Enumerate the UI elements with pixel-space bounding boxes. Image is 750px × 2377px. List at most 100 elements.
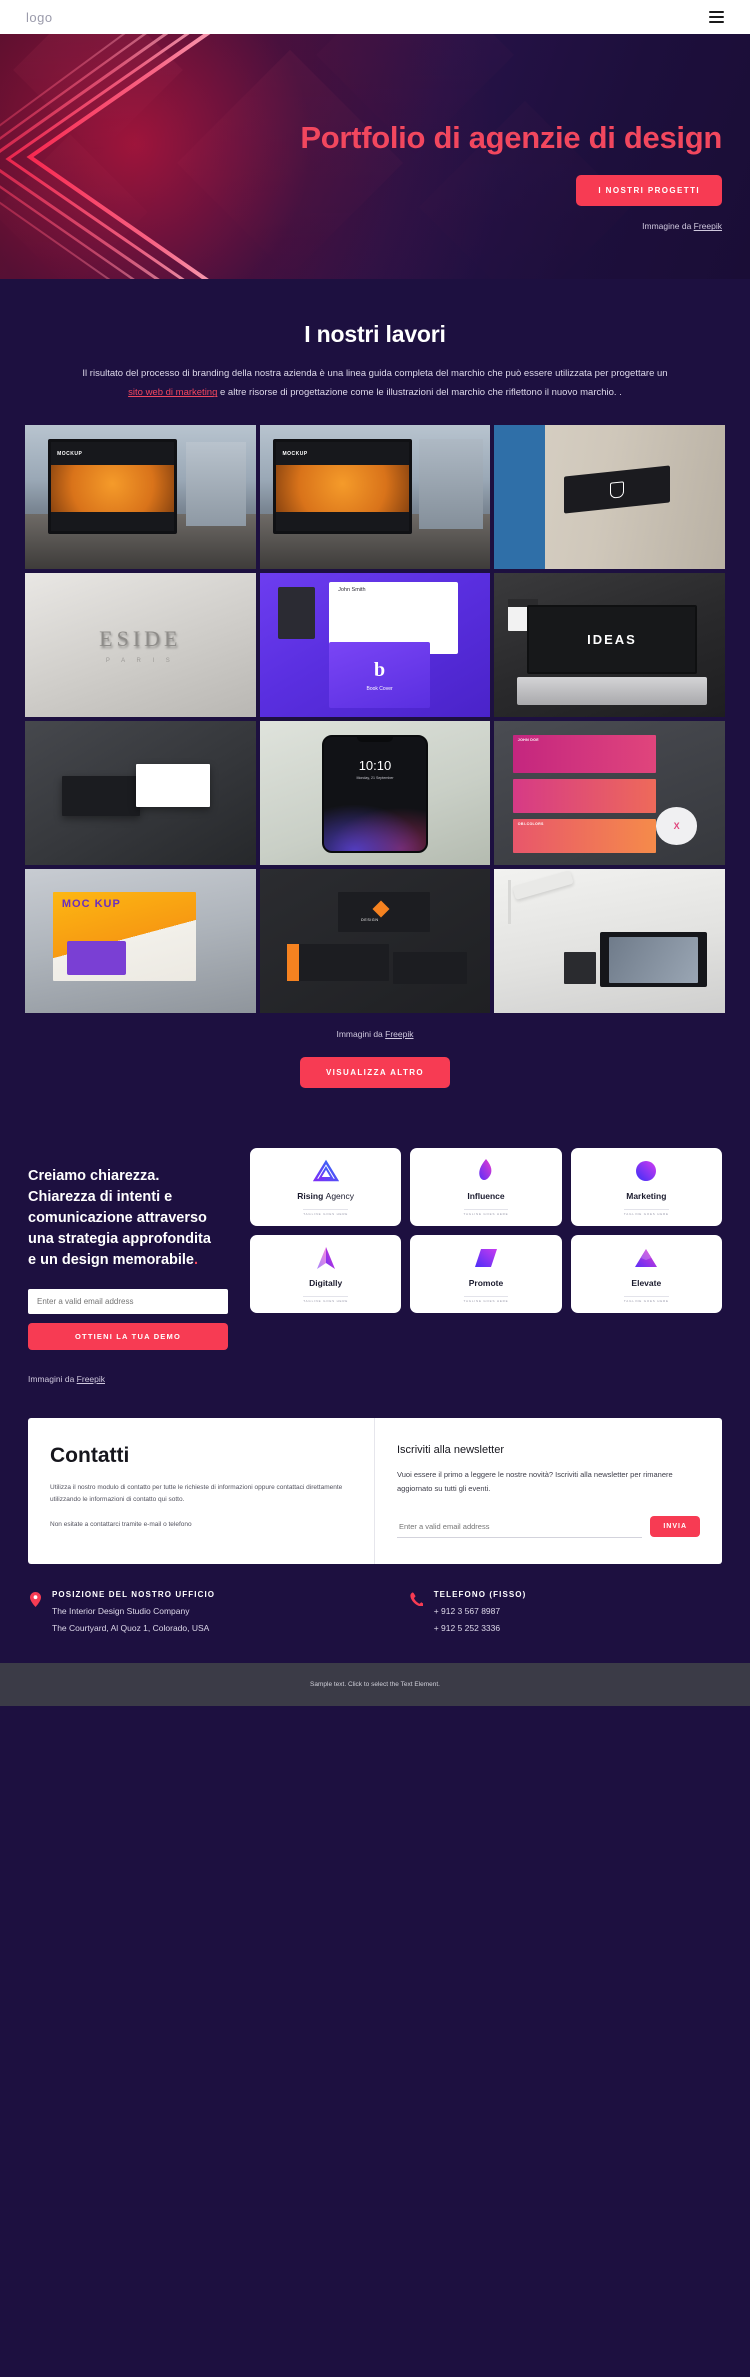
tile2-label: MOCKUP xyxy=(282,450,308,457)
tile9-sub: OBI-COLORS xyxy=(517,821,544,826)
logo-card-promote[interactable]: Promote TAGLINE GOES HERE xyxy=(410,1234,562,1313)
tile1-label: MOCKUP xyxy=(57,450,83,457)
office-line-2: The Courtyard, Al Quoz 1, Colorado, USA xyxy=(52,1622,210,1633)
tile4-sub: P A R I S xyxy=(105,657,175,664)
contact-title: Contatti xyxy=(50,1444,130,1468)
newsletter-desc: Vuoi essere il primo a leggere le nostre… xyxy=(397,1470,673,1493)
logo-card-name: Rising Agency xyxy=(297,1191,354,1201)
clarity-heading-dot: . xyxy=(194,1252,199,1268)
office-info: POSIZIONE DEL NOSTRO UFFICIO The Interio… xyxy=(28,1590,410,1633)
logo-tagline: TAGLINE GOES HERE xyxy=(303,1208,349,1216)
hero-title: Portfolio di agenzie di design xyxy=(300,120,722,155)
leaf-drop-icon xyxy=(477,1158,495,1184)
tile11-label: DESIGN xyxy=(361,917,379,922)
works-heading: I nostri lavori xyxy=(304,321,446,347)
logo-card-rising-agency[interactable]: Rising Agency TAGLINE GOES HERE xyxy=(250,1147,402,1226)
tile5-sub: John Smith xyxy=(338,587,366,594)
view-more-button[interactable]: VISUALIZZA ALTRO xyxy=(299,1056,451,1088)
logo[interactable]: logo xyxy=(26,10,53,25)
gallery-grid: MOCKUP MOCKUP ESIDE P A R I S John Smith… xyxy=(0,403,750,1013)
footer-text: Sample text. Click to select the Text El… xyxy=(310,1680,440,1688)
clarity-credit-link[interactable]: Freepik xyxy=(77,1374,105,1384)
logo-card-digitally[interactable]: Digitally TAGLINE GOES HERE xyxy=(250,1234,402,1313)
logo-card-name: Marketing xyxy=(626,1190,667,1201)
hero-content: Portfolio di agenzie di design I NOSTRI … xyxy=(280,34,750,231)
phone-title: TELEFONO (FISSO) xyxy=(433,1589,527,1599)
contact-section: Contatti Utilizza il nostro modulo di co… xyxy=(0,1384,750,1564)
clarity-heading-line3: comunicazione attraverso xyxy=(28,1209,207,1226)
gallery-tile-office-workspace-mockup[interactable] xyxy=(494,868,725,1013)
newsletter-submit-button[interactable]: INVIA xyxy=(650,1516,700,1538)
logo-tagline: TAGLINE GOES HERE xyxy=(463,1208,509,1216)
office-line-1: The Interior Design Studio Company xyxy=(52,1605,190,1616)
tile6-label: IDEAS xyxy=(587,631,637,647)
works-para-part2: e altre risorse di progettazione come le… xyxy=(217,387,622,399)
map-pin-icon xyxy=(28,1590,42,1633)
tile8-label: 10:10 xyxy=(358,758,392,774)
hero-credit-prefix: Immagine da xyxy=(642,221,694,232)
contact-desc-2: Non esitate a contattarci tramite e-mail… xyxy=(50,1520,192,1528)
clarity-heading-line5: e un design memorabile xyxy=(28,1252,194,1268)
tile8-sub: Monday, 21 September xyxy=(356,776,394,781)
clarity-heading-line1: Creiamo chiarezza. xyxy=(28,1167,160,1184)
tile10-label: MOC KUP xyxy=(61,897,121,910)
tile4-label: ESIDE xyxy=(99,625,182,651)
navbar: logo xyxy=(0,0,750,34)
works-paragraph: Il risultato del processo di branding de… xyxy=(58,364,693,403)
view-more-wrapper: VISUALIZZA ALTRO xyxy=(0,1056,750,1138)
works-para-link[interactable]: sito web di marketing xyxy=(128,387,217,398)
logo-card-marketing[interactable]: Marketing TAGLINE GOES HERE xyxy=(570,1147,722,1226)
phone-line-1: + 912 3 567 8987 xyxy=(433,1605,501,1616)
logo-name-0: Rising xyxy=(297,1190,324,1201)
gallery-tile-orange-black-stationery-mockup[interactable]: DESIGN xyxy=(259,868,491,1013)
gallery-tile-eside-paris-3d-logo[interactable]: ESIDE P A R I S xyxy=(25,572,256,717)
gallery-tile-billboard-street-mockup-2[interactable]: MOCKUP xyxy=(259,424,491,569)
gallery-tile-laptop-ideas-desk-mockup[interactable]: IDEAS xyxy=(494,572,725,717)
gallery-credit-link[interactable]: Freepik xyxy=(385,1029,413,1039)
contact-right: Iscriviti alla newsletter Vuoi essere il… xyxy=(375,1418,722,1564)
logo-grid: Rising Agency TAGLINE GOES HERE Influenc… xyxy=(250,1147,722,1313)
logo-card-name: Elevate xyxy=(631,1277,662,1288)
newsletter-form: INVIA xyxy=(397,1515,700,1538)
office-title: POSIZIONE DEL NOSTRO UFFICIO xyxy=(52,1589,216,1599)
gallery-tile-book-cover-stationery-mockup[interactable]: John Smith b Book Cover xyxy=(259,572,491,717)
logo-card-influence[interactable]: Influence TAGLINE GOES HERE xyxy=(410,1147,562,1226)
info-row: POSIZIONE DEL NOSTRO UFFICIO The Interio… xyxy=(0,1564,750,1633)
hamburger-icon[interactable] xyxy=(709,11,724,23)
hero-cta-button[interactable]: I NOSTRI PROGETTI xyxy=(576,175,722,207)
hero-credit-link[interactable]: Freepik xyxy=(694,221,722,231)
hero-image-credit: Immagine da Freepik xyxy=(280,221,722,231)
works-section: I nostri lavori Il risultato del process… xyxy=(0,279,750,403)
clarity-section: Creiamo chiarezza. Chiarezza di intenti … xyxy=(0,1138,750,1384)
circle-swirl-icon xyxy=(634,1158,658,1184)
mountain-icon xyxy=(633,1245,659,1271)
gallery-tile-building-poster-mockup[interactable]: MOC KUP xyxy=(25,868,256,1013)
phone-icon xyxy=(410,1590,424,1633)
logo-tagline: TAGLINE GOES HERE xyxy=(623,1295,669,1303)
newsletter-title: Iscriviti alla newsletter xyxy=(397,1444,504,1457)
demo-email-input[interactable] xyxy=(28,1289,228,1315)
logo-card-elevate[interactable]: Elevate TAGLINE GOES HERE xyxy=(570,1234,722,1313)
phone-line-2: + 912 5 252 3336 xyxy=(433,1622,501,1633)
gallery-credit-prefix: Immagini da xyxy=(336,1028,386,1039)
contact-left: Contatti Utilizza il nostro modulo di co… xyxy=(28,1418,375,1564)
get-demo-button[interactable]: OTTIENI LA TUA DEMO xyxy=(28,1323,228,1351)
page-root: logo Portfolio di agenzie di design I NO… xyxy=(0,0,750,1706)
newsletter-email-input[interactable] xyxy=(397,1515,643,1538)
logo-name2-0: Agency xyxy=(325,1190,355,1201)
gallery-tile-business-card-dark-mockup[interactable] xyxy=(25,720,256,865)
gallery-tile-wall-sign-logo-mockup[interactable] xyxy=(494,424,725,569)
works-para-part1: Il risultato del processo di branding de… xyxy=(82,368,668,379)
clarity-heading-line2: Chiarezza di intenti e xyxy=(28,1188,173,1205)
logo-tagline: TAGLINE GOES HERE xyxy=(623,1208,669,1216)
contact-desc-1: Utilizza il nostro modulo di contatto pe… xyxy=(50,1484,343,1504)
arrow-triangle-icon xyxy=(315,1245,337,1271)
parallelogram-icon xyxy=(473,1245,499,1271)
gallery-tile-billboard-street-mockup-1[interactable]: MOCKUP xyxy=(25,424,256,569)
gallery-tile-pink-business-card-set[interactable]: JOHN DOE OBI-COLORS X xyxy=(494,720,725,865)
clarity-heading-line4: una strategia approfondita xyxy=(28,1230,211,1247)
logo-card-name: Digitally xyxy=(309,1277,343,1288)
gallery-tile-smartphone-lockscreen-mockup[interactable]: 10:10 Monday, 21 September xyxy=(259,720,491,865)
neon-chevron-graphic xyxy=(0,34,210,279)
tile5-label: Book Cover xyxy=(366,685,393,692)
